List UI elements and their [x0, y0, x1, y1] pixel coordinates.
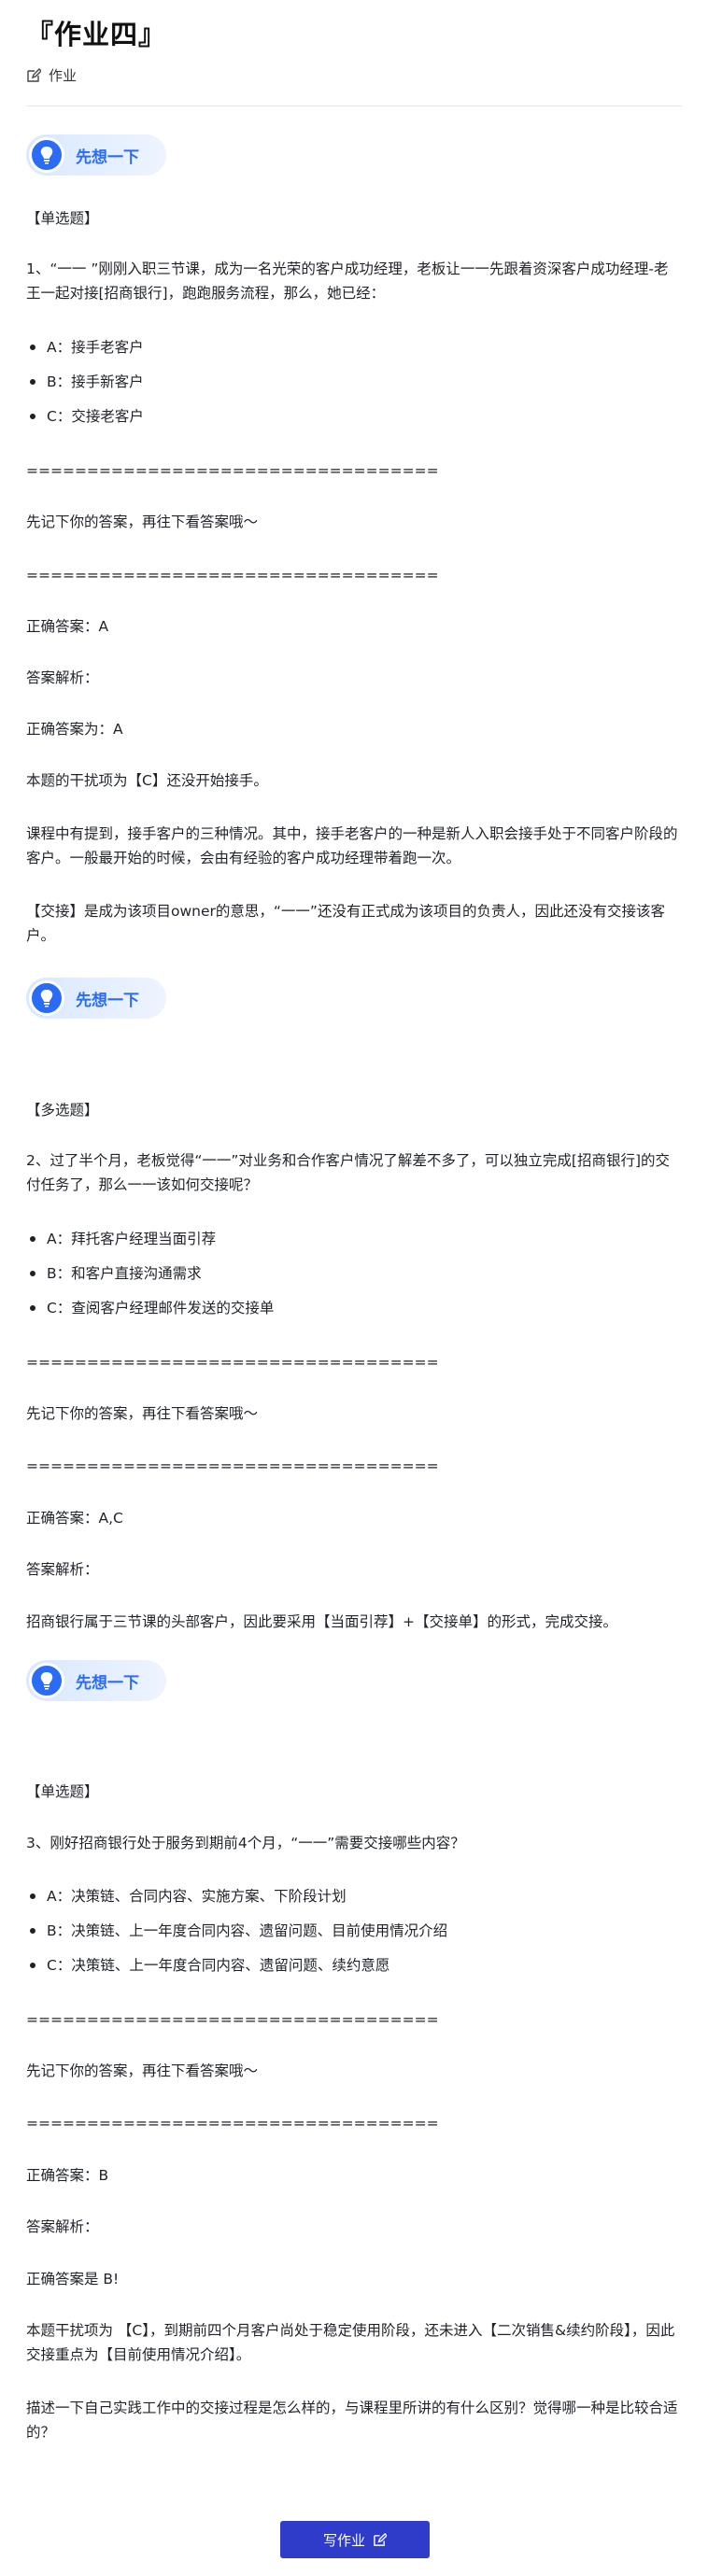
q3-correct: 正确答案是 B!: [26, 2271, 120, 2287]
write-homework-button[interactable]: 写作业: [280, 2521, 430, 2558]
q3-divider-1: ==================================: [26, 2011, 439, 2028]
q2-remind: 先记下你的答案，再往下看答案哦～: [26, 1405, 259, 1422]
homework-page: 『作业四』 作业 先想一下 【单选题】 1、“一一 ”刚刚入职三节课，成为一名光…: [0, 0, 708, 2576]
think-first-label: 先想一下: [76, 991, 139, 1010]
page-title: 『作业四』: [26, 19, 167, 50]
think-first-label: 先想一下: [76, 1673, 139, 1693]
q2-type: 【多选题】: [26, 1102, 99, 1119]
q2-divider-2: ==================================: [26, 1457, 439, 1474]
q3-answer: 正确答案：B: [26, 2167, 109, 2184]
q2-question: 2、过了半个月，老板觉得“一一”对业务和合作客户情况了解差不多了，可以独立完成[…: [26, 1152, 671, 1193]
q3-para-2: 描述一下自己实践工作中的交接过程是怎么样的，与课程里所讲的有什么区别？觉得哪一种…: [26, 2400, 678, 2441]
q3-type: 【单选题】: [26, 1783, 99, 1800]
edit-icon: [27, 67, 41, 82]
q1-remind: 先记下你的答案，再往下看答案哦～: [26, 514, 259, 530]
q2-option-c: C：查阅客户经理邮件发送的交接单: [30, 1296, 274, 1320]
q1-question: 1、“一一 ”刚刚入职三节课，成为一名光荣的客户成功经理，老板让一一先跟着资深客…: [26, 260, 669, 302]
q2-para-1: 招商银行属于三节课的头部客户，因此要采用【当面引荐】+【交接单】的形式，完成交接…: [26, 1613, 617, 1630]
bulb-icon: [29, 137, 64, 173]
q2-option-a: A：拜托客户经理当面引荐: [30, 1227, 216, 1251]
q1-correct: 正确答案为：A: [26, 721, 123, 738]
think-first-banner: 先想一下: [26, 134, 166, 176]
q1-para-2: 课程中有提到，接手客户的三种情况。其中，接手老客户的一种是新人入职会接手处于不同…: [26, 825, 678, 866]
write-homework-label: 写作业: [322, 2531, 365, 2549]
think-first-label: 先想一下: [76, 148, 139, 167]
think-first-banner: 先想一下: [26, 1660, 166, 1701]
q1-para-3: 【交接】是成为该项目owner的意思，“一一”还没有正式成为该项目的负责人，因此…: [26, 903, 665, 944]
q3-divider-2: ==================================: [26, 2115, 439, 2132]
edit-icon: [374, 2532, 387, 2546]
bulb-icon: [29, 1663, 64, 1698]
bulb-icon: [29, 980, 64, 1016]
q2-option-b: B：和客户直接沟通需求: [30, 1261, 202, 1286]
breadcrumb-label: 作业: [49, 67, 78, 84]
q3-option-c: C：决策链、上一年度合同内容、遗留问题、续约意愿: [30, 1953, 389, 1978]
q1-option-b: B：接手新客户: [30, 370, 144, 394]
q1-option-a: A：接手老客户: [30, 335, 144, 359]
q1-para-1: 本题的干扰项为【C】还没开始接手。: [26, 772, 268, 789]
q2-analysis-label: 答案解析：: [26, 1561, 99, 1578]
think-first-banner: 先想一下: [26, 978, 166, 1019]
q3-option-b: B：决策链、上一年度合同内容、遗留问题、目前使用情况介绍: [30, 1919, 447, 1943]
q3-remind: 先记下你的答案，再往下看答案哦～: [26, 2062, 259, 2079]
q1-answer: 正确答案：A: [26, 618, 109, 635]
q1-divider-1: ==================================: [26, 462, 439, 479]
q1-divider-2: ==================================: [26, 567, 439, 584]
q1-type: 【单选题】: [26, 210, 99, 227]
q2-divider-1: ==================================: [26, 1354, 439, 1371]
breadcrumb[interactable]: 作业: [26, 65, 77, 85]
q3-option-a: A：决策链、合同内容、实施方案、下阶段计划: [30, 1884, 347, 1908]
q1-analysis-label: 答案解析：: [26, 669, 99, 686]
q3-analysis-label: 答案解析：: [26, 2218, 99, 2235]
q3-question: 3、刚好招商银行处于服务到期前4个月，“一一”需要交接哪些内容？: [26, 1835, 465, 1851]
q3-para-1: 本题干扰项为 【C】，到期前四个月客户尚处于稳定使用阶段，还未进入【二次销售&续…: [26, 2322, 675, 2363]
q2-answer: 正确答案：A,C: [26, 1510, 123, 1527]
q1-option-c: C：交接老客户: [30, 404, 144, 429]
